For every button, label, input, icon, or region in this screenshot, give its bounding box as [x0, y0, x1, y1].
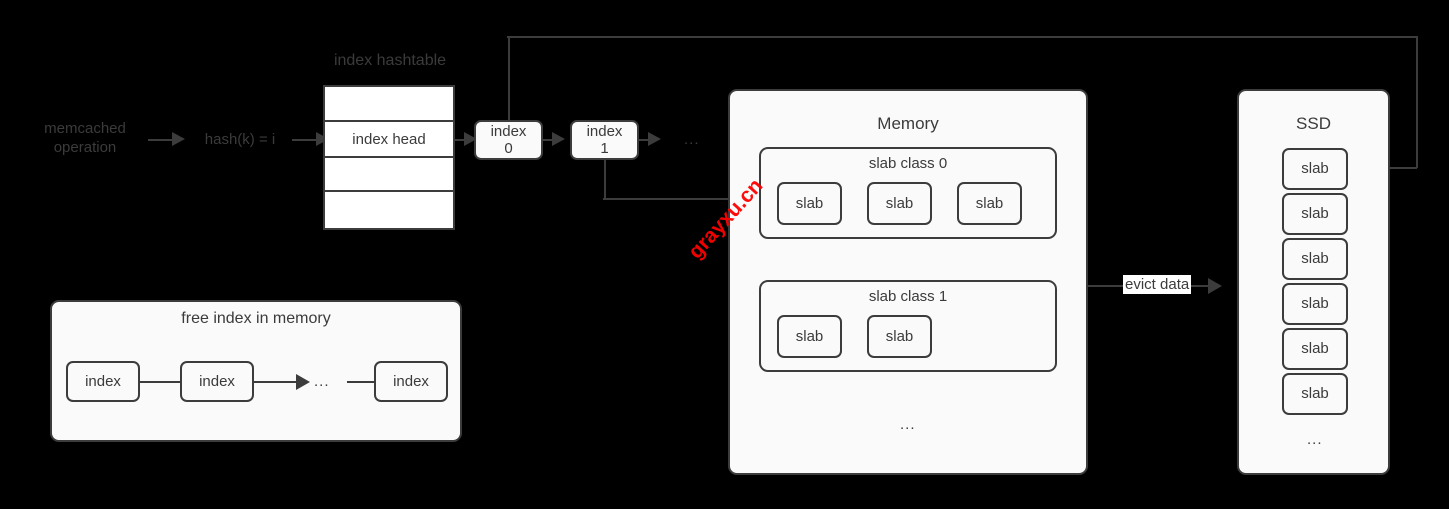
- ssd-slab[interactable]: slab: [1282, 148, 1348, 190]
- evict-data-label: evict data: [1123, 275, 1192, 294]
- free-index-node[interactable]: index: [66, 361, 140, 402]
- memory-title: Memory: [877, 114, 939, 133]
- memory-slab[interactable]: slab: [957, 182, 1022, 225]
- ssd-slab[interactable]: slab: [1282, 238, 1348, 280]
- free-index-node[interactable]: index: [180, 361, 254, 402]
- edge-index0-to-ssd-vertical-right: [1416, 36, 1418, 168]
- memory-slab[interactable]: slab: [777, 315, 842, 358]
- free-index-title: free index in memory: [181, 310, 331, 327]
- slab-class-1-title: slab class 1: [868, 288, 948, 305]
- memory-slab[interactable]: slab: [867, 182, 932, 225]
- hashtable-title: index hashtable: [333, 52, 447, 69]
- ssd-container: SSD slab slab slab slab slab slab ...: [1237, 89, 1390, 475]
- index-node-1[interactable]: index 1: [570, 120, 639, 160]
- hash-function-label: hash(k) = i: [204, 131, 276, 148]
- memory-slab[interactable]: slab: [777, 182, 842, 225]
- index-chain-ellipsis: ...: [684, 131, 700, 148]
- arrowhead-index0-to-index1: [552, 132, 565, 146]
- hashtable-row[interactable]: [325, 158, 453, 192]
- hashtable-row[interactable]: [325, 87, 453, 122]
- slab-class-0-title: slab class 0: [868, 155, 948, 172]
- edge-index0-to-ssd-vertical-left: [508, 36, 510, 121]
- slab-class-0-box: slab class 0 slab slab slab: [759, 147, 1057, 239]
- edge-index0-to-ssd-horizontal-top: [507, 36, 1418, 38]
- ssd-slab[interactable]: slab: [1282, 328, 1348, 370]
- arrowhead-memory-to-ssd: [1208, 278, 1222, 294]
- free-index-container: free index in memory index index ... ind…: [50, 300, 462, 442]
- diagram-canvas: memcached operation hash(k) = i index ha…: [0, 0, 1449, 509]
- ssd-slab[interactable]: slab: [1282, 373, 1348, 415]
- arrowhead-operation-to-hash: [172, 132, 185, 146]
- ssd-slab[interactable]: slab: [1282, 193, 1348, 235]
- ssd-slab[interactable]: slab: [1282, 283, 1348, 325]
- index-hashtable: index head: [323, 85, 455, 230]
- hashtable-row[interactable]: [325, 192, 453, 228]
- ssd-ellipsis: ...: [1307, 431, 1323, 448]
- free-index-ellipsis: ...: [314, 373, 330, 390]
- memory-ellipsis: ...: [900, 416, 916, 433]
- memory-container: Memory slab class 0 slab slab slab slab …: [728, 89, 1088, 475]
- free-index-node[interactable]: index: [374, 361, 448, 402]
- arrowhead-index1-to-ellipsis: [648, 132, 661, 146]
- ssd-title: SSD: [1296, 114, 1331, 133]
- arrowhead-free-index-1-to-ellipsis: [296, 374, 310, 390]
- hashtable-row-index-head[interactable]: index head: [325, 122, 453, 158]
- index-node-0[interactable]: index 0: [474, 120, 543, 160]
- memory-slab[interactable]: slab: [867, 315, 932, 358]
- slab-class-1-box: slab class 1 slab slab: [759, 280, 1057, 372]
- memcached-operation-label: memcached operation: [44, 120, 126, 156]
- edge-index1-to-slab-vertical: [604, 159, 606, 199]
